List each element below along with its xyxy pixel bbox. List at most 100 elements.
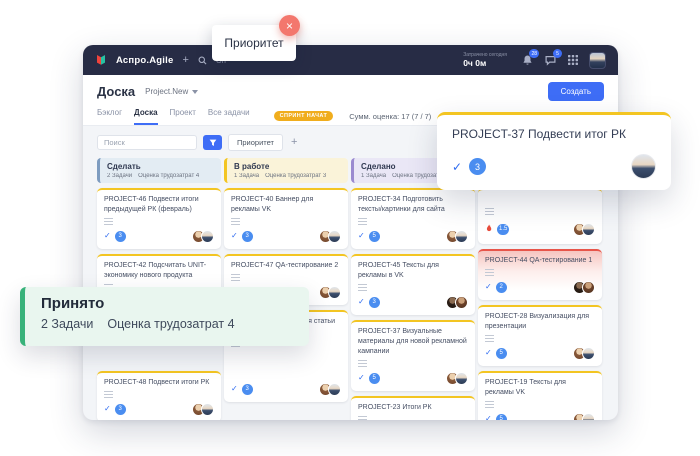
column-meta: 1 ЗадачаОценка трудозатрат 3	[234, 173, 341, 179]
kanban-card[interactable]: PROJECT-40 Баннер для рекламы VK✓3	[224, 188, 348, 249]
card-title: PROJECT-42 Подсчитать UNIT-экономику нов…	[104, 261, 214, 281]
avatar	[328, 286, 341, 299]
priority-filter-chip[interactable]: Приоритет	[228, 134, 283, 151]
add-icon[interactable]: +	[182, 55, 188, 66]
filter-button[interactable]	[203, 135, 222, 150]
funnel-icon	[209, 139, 217, 147]
estimate-badge: 5	[496, 414, 507, 420]
kanban-card[interactable]: 1.5	[478, 188, 602, 244]
time-tracker[interactable]: Затрачено сегодня 0ч 0м	[463, 52, 507, 68]
avatar	[582, 347, 595, 360]
add-filter-button[interactable]: +	[289, 137, 299, 148]
estimate-badge: 3	[242, 384, 253, 395]
messages-badge: 5	[553, 49, 562, 58]
app-header: Аспро.Agile + Сп Затрачено сегодня 0ч 0м…	[83, 45, 618, 75]
description-icon	[485, 401, 494, 408]
check-icon: ✓	[358, 298, 365, 306]
description-icon	[104, 391, 113, 398]
tab-Проект[interactable]: Проект	[170, 108, 196, 125]
create-button[interactable]: Создать	[548, 82, 604, 101]
avatar	[201, 230, 214, 243]
card-footer: ✓2	[485, 281, 595, 294]
app-name: Аспро.Agile	[116, 55, 173, 66]
card-title: PROJECT-48 Подвести итоги РК	[104, 378, 214, 388]
avatar	[455, 372, 468, 385]
kanban-card[interactable]: PROJECT-37 Визуальные материалы для ново…	[351, 320, 475, 391]
notifications-button[interactable]: 28	[520, 53, 534, 67]
close-icon[interactable]: ×	[279, 15, 300, 36]
check-icon: ✓	[231, 385, 238, 393]
avatar	[455, 230, 468, 243]
column-Сделано: Сделано1 ЗадачаОценка трудозатратPROJECT…	[351, 158, 475, 420]
kanban-card[interactable]: PROJECT-48 Подвести итоги РК ✓ 3	[97, 371, 221, 420]
column-name: Сделать	[107, 162, 214, 171]
estimate-badge: 3	[242, 231, 253, 242]
description-icon	[231, 218, 240, 225]
app-window: Аспро.Agile + Сп Затрачено сегодня 0ч 0м…	[83, 45, 618, 420]
check-icon: ✓	[485, 415, 492, 420]
check-icon: ✓	[452, 160, 462, 174]
avatar	[455, 296, 468, 309]
check-icon: ✓	[485, 349, 492, 357]
tab-Все задачи[interactable]: Все задачи	[208, 108, 250, 125]
board-select[interactable]: Project.New	[145, 87, 198, 96]
card-avatars	[319, 230, 341, 243]
search-input[interactable]	[97, 135, 197, 150]
card-title: PROJECT-47 QA-тестирование 2	[231, 261, 341, 271]
floating-task-card[interactable]: PROJECT-37 Подвести итог РК ✓ 3	[437, 112, 671, 190]
card-title: PROJECT-37 Визуальные материалы для ново…	[358, 327, 468, 357]
accepted-meta: 2 Задачи Оценка трудозатрат 4	[41, 317, 293, 331]
notifications-badge: 28	[529, 49, 539, 58]
time-value: 0ч 0м	[463, 58, 507, 68]
board-toolbar: Доска Project.New Создать	[83, 75, 618, 101]
column-header[interactable]: В работе 1 ЗадачаОценка трудозатрат 3	[224, 158, 348, 183]
summary-estimate: Сумм. оценка: 17 (7 / 7)	[349, 112, 431, 121]
description-icon	[104, 218, 113, 225]
tab-Доска[interactable]: Доска	[134, 108, 157, 125]
kanban-card[interactable]: PROJECT-19 Тексты для рекламы VK✓5	[478, 371, 602, 420]
estimate-badge: 5	[369, 231, 380, 242]
check-icon: ✓	[231, 232, 238, 240]
board-select-value: Project.New	[145, 87, 188, 96]
avatar	[201, 403, 214, 416]
card-footer: ✓3	[358, 296, 468, 309]
kanban-card[interactable]: PROJECT-23 Итоги РК✓6	[351, 396, 475, 420]
apps-grid-icon[interactable]	[566, 53, 580, 67]
kanban-card[interactable]: PROJECT-34 Подготовить тексты/картинки д…	[351, 188, 475, 249]
card-avatars	[446, 230, 468, 243]
estimate-badge: 3	[115, 231, 126, 242]
card-avatars	[573, 281, 595, 294]
column-estimate: Оценка трудозатрат 4	[138, 173, 199, 179]
page: Аспро.Agile + Сп Затрачено сегодня 0ч 0м…	[0, 0, 700, 456]
avatar	[582, 413, 595, 420]
card-title: PROJECT-34 Подготовить тексты/картинки д…	[358, 195, 468, 215]
floating-task-footer: ✓ 3	[452, 154, 656, 179]
card-footer: ✓3	[231, 383, 341, 396]
card-footer: ✓3	[231, 230, 341, 243]
card-title: PROJECT-40 Баннер для рекламы VK	[231, 195, 341, 215]
search-icon[interactable]	[198, 56, 207, 65]
card-title: PROJECT-45 Тексты для рекламы в VK	[358, 261, 468, 281]
check-icon: ✓	[358, 374, 365, 382]
description-icon	[231, 274, 240, 281]
messages-button[interactable]: 5	[543, 53, 557, 67]
column-tasks-count: 2 Задачи	[107, 173, 132, 179]
card-title: PROJECT-23 Итоги РК	[358, 403, 468, 413]
kanban-card[interactable]: PROJECT-28 Визуализация для презентации✓…	[478, 305, 602, 366]
estimate-badge: 3	[115, 404, 126, 415]
page-title: Доска	[97, 84, 135, 99]
check-icon: ✓	[104, 232, 111, 240]
user-avatar[interactable]	[589, 52, 606, 69]
description-icon	[485, 269, 494, 276]
estimate-badge: 3	[369, 297, 380, 308]
column-estimate: Оценка трудозатрат 3	[265, 173, 326, 179]
column-name: В работе	[234, 162, 341, 171]
card-title: PROJECT-46 Подвести итоги предыдущей РК …	[104, 195, 214, 215]
column-Принято: Принято2 ЗадачиОценка трудозатрат 41.5PR…	[478, 158, 602, 420]
kanban-card[interactable]: PROJECT-45 Тексты для рекламы в VK✓3	[351, 254, 475, 315]
tab-Бэклог[interactable]: Бэклог	[97, 108, 122, 125]
kanban-card[interactable]: PROJECT-46 Подвести итоги предыдущей РК …	[97, 188, 221, 249]
check-icon: ✓	[104, 405, 111, 413]
column-header[interactable]: Сделать 2 Задачи Оценка трудозатрат 4	[97, 158, 221, 183]
kanban-card[interactable]: PROJECT-44 QA-тестирование 1✓2	[478, 249, 602, 300]
